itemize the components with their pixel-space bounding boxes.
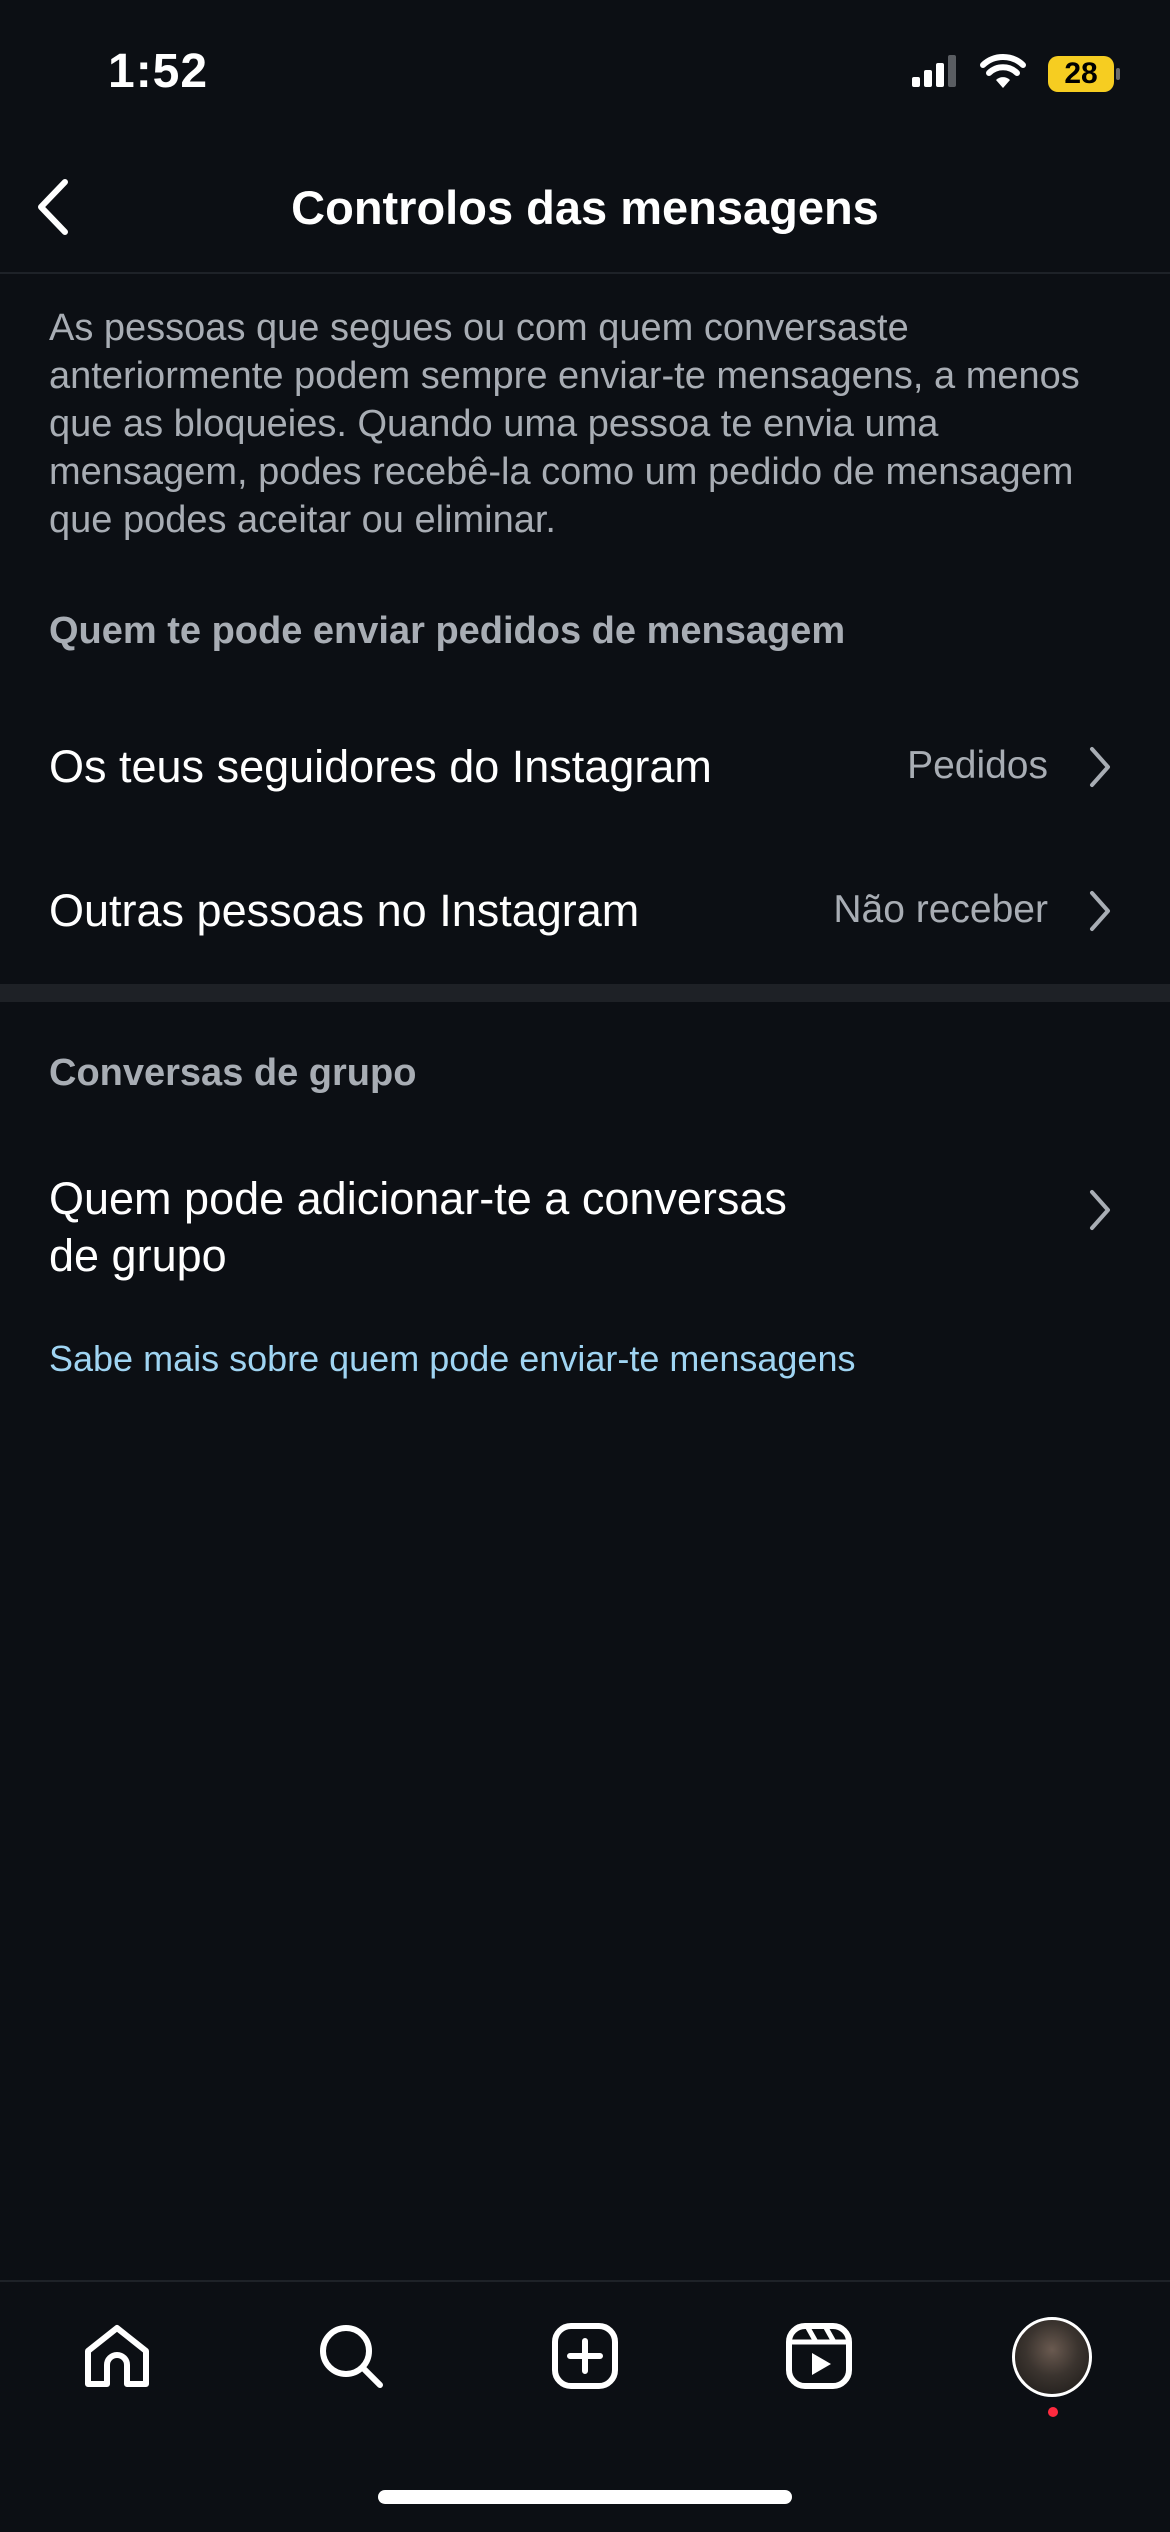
row-label: Os teus seguidores do Instagram <box>49 741 712 792</box>
search-icon <box>320 2325 383 2388</box>
reels-tab[interactable] <box>779 2316 859 2396</box>
settings-row-followers[interactable]: Os teus seguidores do Instagram Pedidos <box>0 712 1170 822</box>
row-label: Outras pessoas no Instagram <box>49 885 640 936</box>
row-label: Quem pode adicionar-te a conversas de gr… <box>49 1170 787 1284</box>
status-bar: 1:52 28 <box>0 0 1170 150</box>
description-text: As pessoas que segues ou com quem conver… <box>49 307 1080 541</box>
settings-row-group-add[interactable]: Quem pode adicionar-te a conversas de gr… <box>0 1158 1170 1288</box>
learn-more-link[interactable]: Sabe mais sobre quem pode enviar-te mens… <box>49 1338 855 1380</box>
home-indicator <box>378 2490 792 2504</box>
row-label-line2: de grupo <box>49 1230 227 1281</box>
home-tab[interactable] <box>77 2316 157 2396</box>
battery-icon: 28 <box>1048 55 1120 92</box>
section-header-requests: Quem te pode enviar pedidos de mensagem <box>49 610 846 652</box>
search-tab[interactable] <box>311 2316 391 2396</box>
page-title: Controlos das mensagens <box>291 181 879 234</box>
row-label-line1: Quem pode adicionar-te a conversas <box>49 1173 787 1224</box>
row-value: Pedidos <box>907 744 1048 787</box>
settings-row-others[interactable]: Outras pessoas no Instagram Não receber <box>0 856 1170 966</box>
chevron-right-icon <box>1086 743 1114 791</box>
notification-dot <box>1048 2407 1058 2417</box>
wifi-icon <box>980 54 1026 93</box>
create-icon <box>552 2323 618 2389</box>
status-icons: 28 <box>912 54 1120 93</box>
status-time: 1:52 <box>108 45 209 98</box>
home-icon <box>85 2325 149 2387</box>
row-value: Não receber <box>833 888 1048 931</box>
section-divider <box>0 984 1170 1002</box>
chevron-right-icon <box>1086 887 1114 935</box>
chevron-right-icon <box>1086 1186 1114 1234</box>
create-tab[interactable] <box>545 2316 625 2396</box>
bottom-tab-bar <box>0 2280 1170 2452</box>
navigation-header: Controlos das mensagens <box>0 150 1170 274</box>
section-header-groups: Conversas de grupo <box>49 1052 417 1094</box>
reels-icon <box>786 2323 852 2389</box>
profile-avatar[interactable] <box>1012 2317 1092 2397</box>
cellular-signal-icon <box>912 55 958 92</box>
